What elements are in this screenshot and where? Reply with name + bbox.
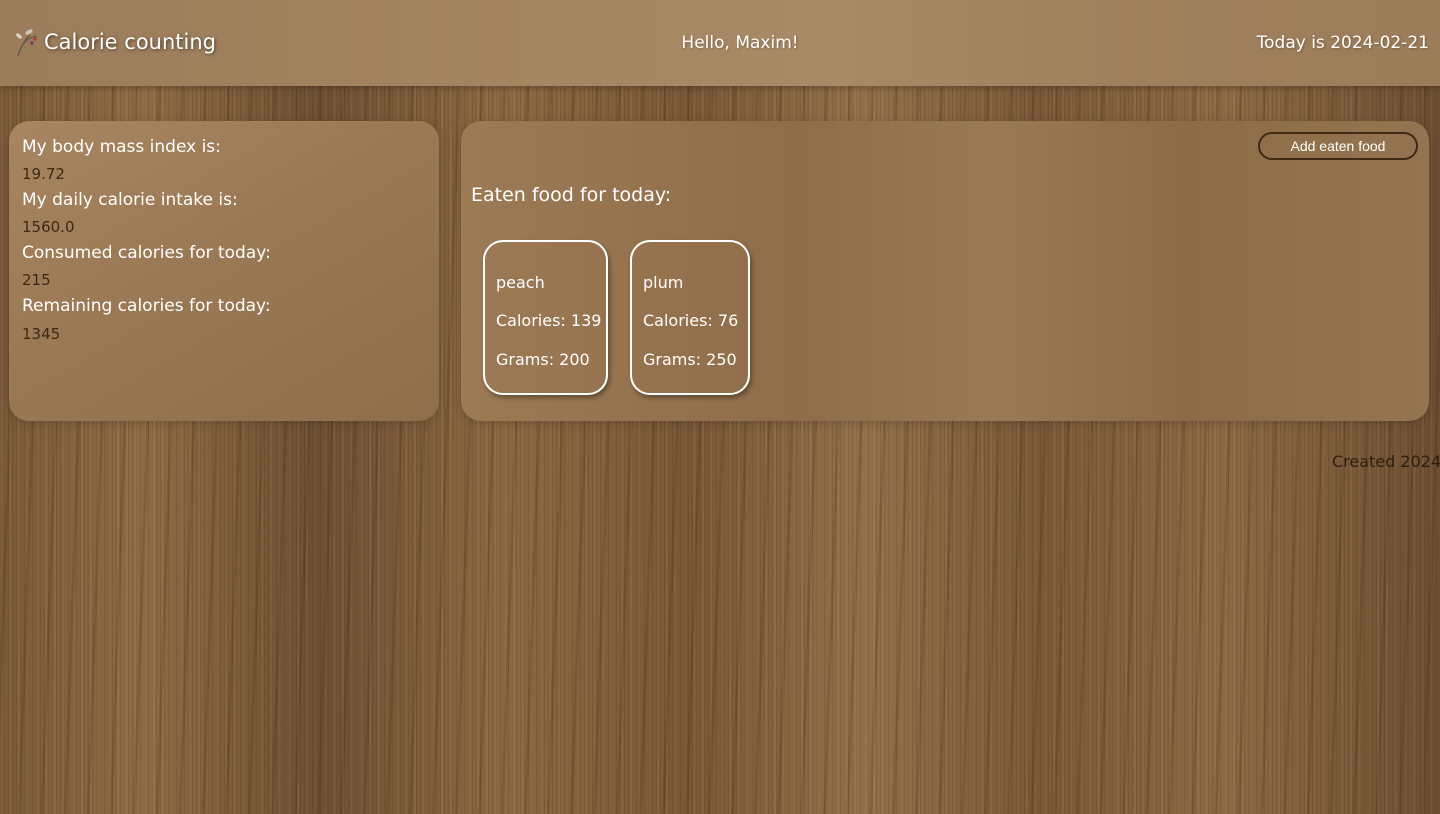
stats-panel: My body mass index is: 19.72 My daily ca… [9, 121, 439, 421]
remaining-label: Remaining calories for today: [22, 296, 271, 316]
food-name: plum [643, 273, 684, 292]
daily-intake-label: My daily calorie intake is: [22, 190, 238, 210]
greeting-text: Hello, Maxim! [681, 33, 799, 53]
eaten-food-heading: Eaten food for today: [471, 184, 672, 206]
food-calories: Calories: 139 [496, 311, 602, 330]
add-eaten-food-button[interactable]: Add eaten food [1258, 132, 1418, 160]
food-card-list: peach Calories: 139 Grams: 200 plum Calo… [483, 240, 772, 395]
food-grams: Grams: 250 [643, 350, 737, 369]
food-card[interactable]: peach Calories: 139 Grams: 200 [483, 240, 608, 395]
today-date: Today is 2024-02-21 [1256, 33, 1429, 53]
app-header: Calorie counting Hello, Maxim! Today is … [0, 0, 1440, 86]
food-grams: Grams: 200 [496, 350, 590, 369]
food-card[interactable]: plum Calories: 76 Grams: 250 [630, 240, 750, 395]
food-calories: Calories: 76 [643, 311, 739, 330]
consumed-value: 215 [22, 271, 51, 289]
bmi-label: My body mass index is: [22, 137, 221, 157]
eaten-food-panel: Add eaten food Eaten food for today: pea… [461, 121, 1429, 421]
daily-intake-value: 1560.0 [22, 218, 75, 236]
consumed-label: Consumed calories for today: [22, 243, 271, 263]
bmi-value: 19.72 [22, 165, 65, 183]
food-name: peach [496, 273, 545, 292]
remaining-value: 1345 [22, 325, 61, 343]
footer-credit: Created 2024 [1332, 452, 1440, 471]
